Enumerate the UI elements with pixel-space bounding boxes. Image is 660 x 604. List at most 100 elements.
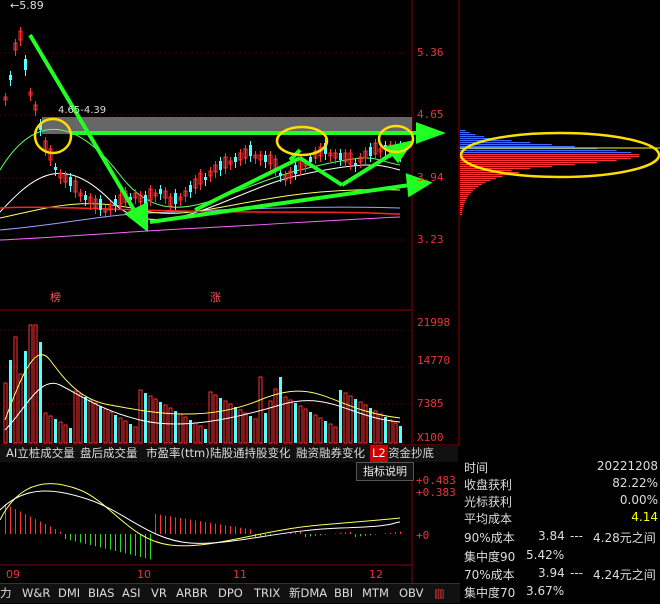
volume-bar [354, 399, 357, 443]
volume-tick-1: 21998 [417, 316, 451, 329]
candle-body [309, 157, 312, 162]
chip-bar [460, 164, 575, 166]
tab-pe-ttm[interactable]: 市盈率(ttm) [146, 445, 210, 462]
candle-body [69, 177, 72, 186]
chip-bar [460, 160, 617, 162]
volume-bar [39, 342, 42, 443]
high-low-label: 4.65-4.39 [58, 105, 107, 116]
volume-unit: X100 [417, 431, 444, 444]
volume-bar [388, 419, 393, 444]
tab-northbound-holdings[interactable]: 陆股通持股变化 [210, 445, 291, 462]
volume-bar [108, 411, 113, 444]
tab-bias[interactable]: BIAS [88, 585, 114, 602]
tab-trix[interactable]: TRIX [254, 585, 280, 602]
tab-asi[interactable]: ASI [122, 585, 141, 602]
volume-bar [369, 408, 372, 443]
volume-bar [58, 421, 63, 444]
volume-bar [358, 401, 363, 444]
tab-after-hours-volume[interactable]: 盘后成交量 [80, 445, 138, 462]
chip-bar [460, 132, 470, 134]
macd-tick-3: +0 [416, 529, 430, 542]
volume-bar [253, 418, 258, 444]
macd-lines [0, 483, 401, 547]
chip-bar [460, 206, 464, 208]
volume-bar [138, 389, 143, 444]
x-month-11: 11 [233, 568, 247, 581]
concentration-70: 集中度70 3.67% [464, 584, 565, 600]
volume-bar [174, 411, 177, 443]
chip-bar [460, 178, 496, 180]
indicator-help-button[interactable]: 指标说明 [356, 462, 414, 481]
volume-bar [249, 416, 252, 443]
chip-bar [460, 184, 482, 186]
volume-bar [69, 428, 72, 443]
event-label-zhang[interactable]: 涨 [210, 289, 221, 305]
volume-bar [73, 390, 78, 444]
tab-wr[interactable]: W&R [22, 585, 50, 602]
chart-frames [0, 0, 460, 583]
volume-bar [243, 412, 248, 444]
volume-bar [103, 408, 108, 444]
volume-bar [343, 392, 348, 444]
tab-menu-icon[interactable]: ▥ [434, 585, 445, 602]
tab-new-dma[interactable]: 新DMA [289, 585, 327, 602]
chip-bar [460, 158, 632, 160]
chip-bar [460, 134, 476, 136]
volume-bar [118, 417, 123, 444]
tab-l2[interactable]: L2 [370, 445, 388, 462]
chip-bar [460, 142, 531, 144]
volume-bar [298, 405, 303, 444]
volume-bar [153, 398, 158, 444]
volume-bar [84, 397, 87, 443]
volume-bar [213, 394, 218, 444]
tab-mtm[interactable]: MTM [362, 585, 389, 602]
tab-margin-change[interactable]: 融资融券变化 [296, 445, 365, 462]
kline-chart-area[interactable] [0, 0, 460, 602]
chip-bar [460, 154, 640, 156]
volume-bar [399, 426, 402, 443]
chip-bar [460, 182, 486, 184]
tab-bbi[interactable]: BBI [334, 585, 353, 602]
volume-bar [273, 388, 278, 444]
volume-bar [178, 413, 183, 444]
tab-bottom-fishing[interactable]: 资金抄底 [388, 445, 434, 462]
volume-bar [48, 415, 53, 444]
tab-vr[interactable]: VR [151, 585, 167, 602]
tab-dmi[interactable]: DMI [58, 585, 80, 602]
tab-ai-volume[interactable]: AI立桩成交量 [6, 445, 75, 462]
candle-body [189, 185, 192, 192]
volume-bar [204, 429, 207, 443]
volume-bar [78, 393, 83, 444]
volume-bar [384, 417, 387, 443]
price-tick-2: 4.65 [417, 108, 444, 121]
info-row-cursor-profit: 光标获利 0.00% [464, 493, 658, 509]
chip-bar [460, 180, 491, 182]
candle-body [264, 155, 267, 162]
candle-body [234, 157, 237, 162]
event-label-bang[interactable]: 榜 [50, 289, 61, 305]
tab-dpo[interactable]: DPO [218, 585, 243, 602]
chip-bar [460, 192, 472, 194]
info-row-time: 时间 20221208 [464, 459, 658, 475]
volume-bar [129, 424, 132, 443]
candle-body [249, 145, 252, 156]
chip-bar [460, 214, 462, 216]
chip-bar [460, 156, 640, 158]
volume-bar [193, 422, 198, 444]
price-tick-4: 3.23 [417, 233, 444, 246]
volume-bar [159, 402, 162, 443]
tab-arbr[interactable]: ARBR [176, 585, 208, 602]
chip-bar [460, 202, 465, 204]
bottom-indicator-tabs: 力 W&R DMI BIAS ASI VR ARBR DPO TRIX 新DMA… [0, 583, 460, 603]
candle-body [84, 195, 87, 200]
volume-bar [114, 415, 117, 443]
volume-bar [324, 421, 327, 443]
chip-bar [460, 190, 474, 192]
chip-distribution-panel: 时间 20221208 收盘获利 82.22% 光标获利 0.00% 平均成本 4.14… [460, 0, 660, 602]
chip-bar [460, 208, 463, 210]
tab-obv[interactable]: OBV [399, 585, 423, 602]
chip-bar [460, 188, 476, 190]
cost-row-90: 90%成本 3.84 --- 4.28元之间 [464, 529, 656, 545]
x-month-10: 10 [137, 568, 151, 581]
volume-bar [339, 390, 342, 443]
